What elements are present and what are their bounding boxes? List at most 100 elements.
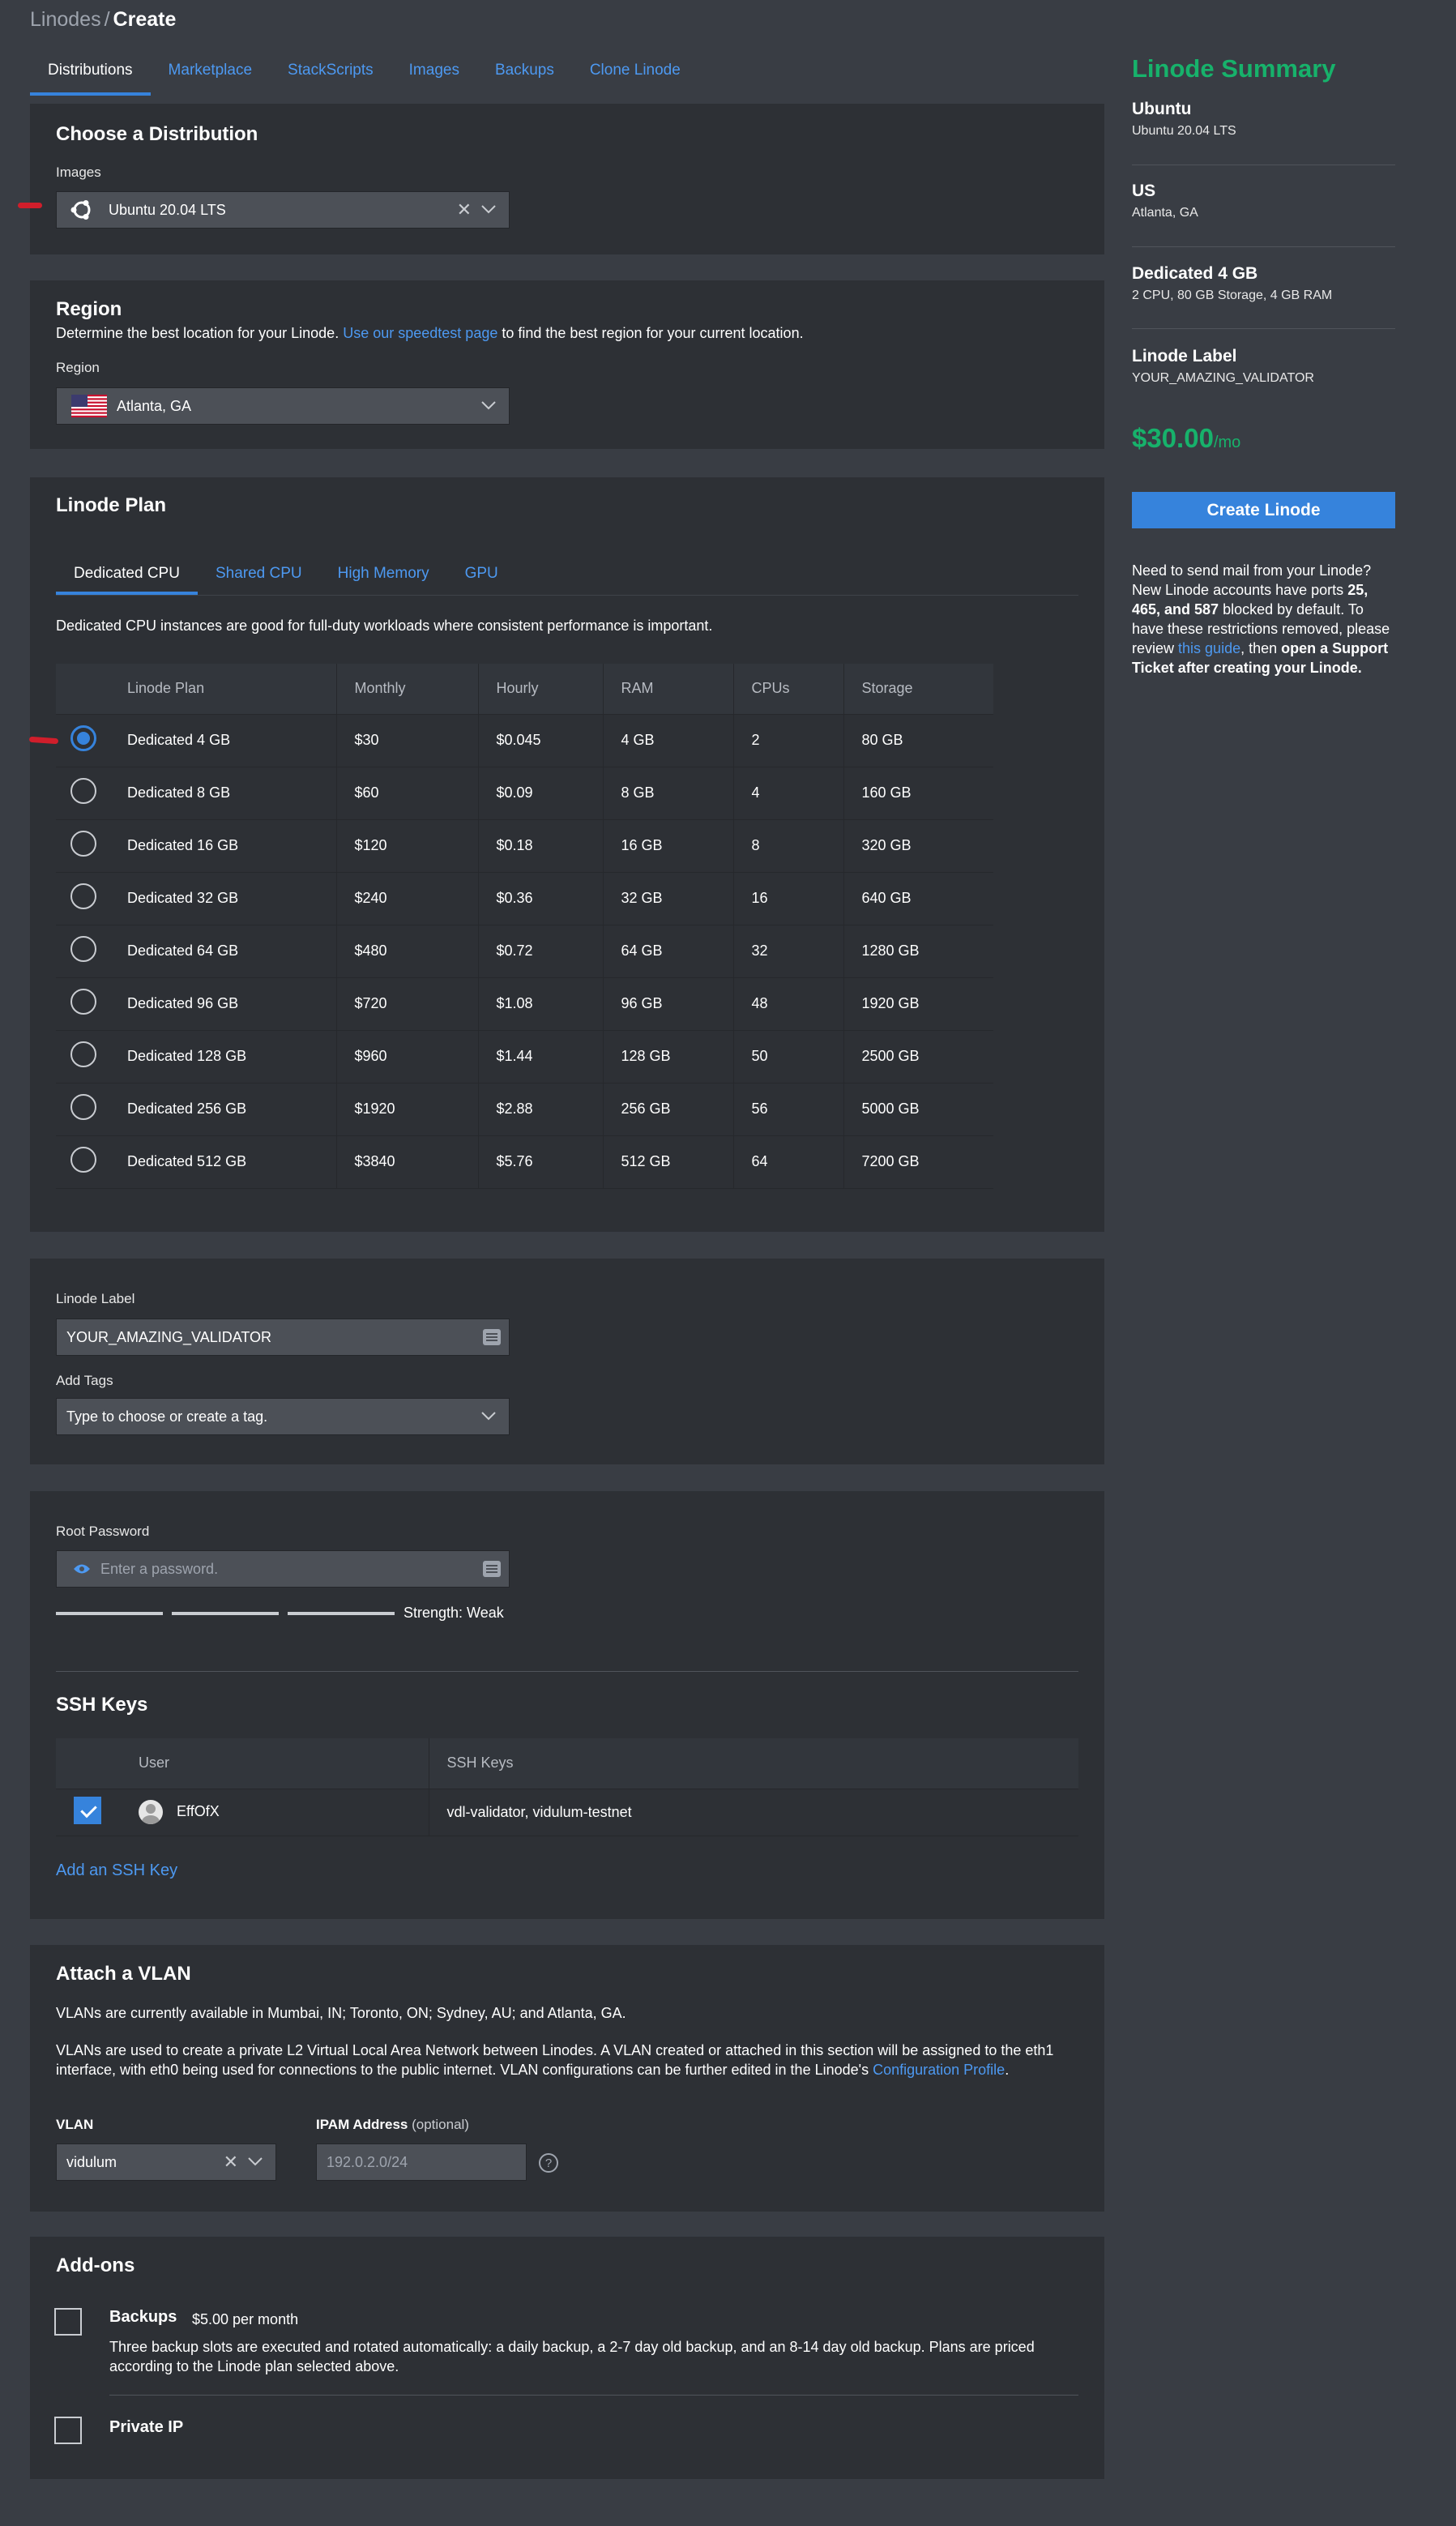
region-select[interactable]: Atlanta, GA (56, 387, 510, 425)
breadcrumb: Linodes / Create (30, 8, 176, 32)
chevron-down-icon[interactable] (480, 200, 497, 218)
private-ip-checkbox[interactable] (54, 2417, 82, 2444)
ssh-key-checkbox[interactable] (74, 1796, 101, 1824)
plan-monthly: $120 (335, 819, 478, 873)
plan-name: Dedicated 4 GB (109, 714, 336, 767)
plan-radio[interactable] (70, 1147, 96, 1173)
tab-backups[interactable]: Backups (477, 57, 572, 96)
plan-row[interactable]: Dedicated 96 GB $720 $1.08 96 GB 48 1920 GB (56, 977, 993, 1031)
close-icon[interactable]: ✕ (224, 2152, 238, 2173)
tab-images[interactable]: Images (391, 57, 477, 96)
plan-cpus: 48 (732, 977, 843, 1031)
strength-bar (288, 1612, 395, 1615)
plan-radio[interactable] (70, 778, 96, 804)
plan-name: Dedicated 512 GB (109, 1135, 336, 1189)
plan-row[interactable]: Dedicated 4 GB $30 $0.045 4 GB 2 80 GB (56, 714, 993, 767)
chevron-down-icon[interactable] (480, 396, 497, 414)
breadcrumb-parent-link[interactable]: Linodes (30, 8, 101, 31)
plan-radio-cell (56, 714, 109, 767)
plan-ram: 32 GB (602, 872, 733, 925)
ssh-user-name: EffOfX (177, 1802, 220, 1819)
plan-row[interactable]: Dedicated 128 GB $960 $1.44 128 GB 50 2500 GB (56, 1030, 993, 1083)
plan-row[interactable]: Dedicated 16 GB $120 $0.18 16 GB 8 320 GB (56, 819, 993, 873)
plan-row[interactable]: Dedicated 512 GB $3840 $5.76 512 GB 64 7200 G… (56, 1135, 993, 1189)
tab-high-memory[interactable]: High Memory (320, 549, 447, 595)
ipam-address-placeholder: 192.0.2.0/24 (327, 2153, 408, 2170)
chevron-down-icon[interactable] (480, 1407, 497, 1425)
plan-row[interactable]: Dedicated 8 GB $60 $0.09 8 GB 4 160 GB (56, 767, 993, 820)
plan-hourly: $0.09 (477, 767, 603, 820)
tab-shared-cpu[interactable]: Shared CPU (198, 549, 320, 595)
strength-bar (56, 1612, 163, 1615)
linode-label-card: Linode Label YOUR_AMAZING_VALIDATOR Add … (30, 1259, 1104, 1464)
mail-guide-link[interactable]: this guide (1178, 640, 1240, 656)
backups-checkbox[interactable] (54, 2308, 82, 2336)
summary-region: US Atlanta, GA (1132, 182, 1395, 220)
plan-name: Dedicated 8 GB (109, 767, 336, 820)
add-ssh-key-link[interactable]: Add an SSH Key (56, 1861, 177, 1880)
plan-radio[interactable] (70, 936, 96, 962)
plan-ram: 512 GB (602, 1135, 733, 1189)
plan-radio[interactable] (70, 725, 96, 751)
plan-monthly: $240 (335, 872, 478, 925)
help-icon[interactable]: ? (539, 2153, 558, 2173)
plan-table-header: Linode Plan Monthly Hourly RAM CPUs Stor… (56, 664, 993, 715)
backups-description: Three backup slots are executed and rota… (109, 2339, 1035, 2374)
speedtest-link[interactable]: Use our speedtest page (343, 325, 497, 341)
plan-radio-cell (56, 925, 109, 978)
summary-price-unit: /mo (1213, 434, 1241, 451)
plan-monthly: $720 (335, 977, 478, 1031)
plan-hourly: $0.18 (477, 819, 603, 873)
ipam-address-input[interactable]: 192.0.2.0/24 (316, 2143, 527, 2181)
linode-label-input[interactable]: YOUR_AMAZING_VALIDATOR (56, 1319, 510, 1356)
column-header: Hourly (477, 664, 603, 715)
strength-bar (172, 1612, 279, 1615)
eye-icon[interactable] (73, 1563, 91, 1575)
region-title: Region (56, 298, 122, 320)
plan-radio[interactable] (70, 883, 96, 909)
plan-radio[interactable] (70, 1041, 96, 1067)
vlan-description-end: . (1005, 2062, 1010, 2078)
plan-name: Dedicated 256 GB (109, 1083, 336, 1136)
tab-distributions[interactable]: Distributions (30, 57, 151, 96)
images-label: Images (56, 165, 101, 180)
tab-marketplace[interactable]: Marketplace (151, 57, 271, 96)
ubuntu-icon (70, 200, 91, 220)
plan-title: Linode Plan (56, 494, 167, 516)
backups-label: Backups (109, 2308, 177, 2326)
linode-label-value: YOUR_AMAZING_VALIDATOR (66, 1328, 272, 1345)
plan-radio[interactable] (70, 989, 96, 1015)
plan-name: Dedicated 64 GB (109, 925, 336, 978)
vlan-select-value: vidulum (66, 2153, 117, 2170)
us-flag-icon (71, 395, 107, 417)
plan-radio-cell (56, 819, 109, 873)
configuration-profile-link[interactable]: Configuration Profile (873, 2062, 1005, 2078)
tab-dedicated-cpu[interactable]: Dedicated CPU (56, 549, 198, 595)
tab-clone-linode[interactable]: Clone Linode (572, 57, 698, 96)
image-select[interactable]: Ubuntu 20.04 LTS ✕ (56, 191, 510, 229)
vlan-select[interactable]: vidulum ✕ (56, 2143, 276, 2181)
chevron-down-icon[interactable] (246, 2152, 264, 2170)
plan-row[interactable]: Dedicated 64 GB $480 $0.72 64 GB 32 1280 GB (56, 925, 993, 978)
plan-row[interactable]: Dedicated 32 GB $240 $0.36 32 GB 16 640 GB (56, 872, 993, 925)
ssh-key-row[interactable]: EffOfX vdl-validator, vidulum-testnet (56, 1789, 1078, 1836)
plan-radio-cell (56, 1083, 109, 1136)
region-select-value: Atlanta, GA (117, 397, 192, 414)
password-strength: Strength: Weak (403, 1605, 504, 1621)
root-password-input[interactable]: Enter a password. (56, 1550, 510, 1588)
summary-label-heading: Linode Label (1132, 347, 1237, 365)
create-linode-button[interactable]: Create Linode (1132, 492, 1395, 528)
plan-row[interactable]: Dedicated 256 GB $1920 $2.88 256 GB 56 5000 G… (56, 1083, 993, 1136)
tab-gpu[interactable]: GPU (447, 549, 516, 595)
summary-image-heading: Ubuntu (1132, 100, 1192, 118)
plan-radio[interactable] (70, 831, 96, 857)
tab-stackscripts[interactable]: StackScripts (270, 57, 391, 96)
summary-region-heading: US (1132, 182, 1156, 200)
tags-select[interactable]: Type to choose or create a tag. (56, 1398, 510, 1435)
plan-radio[interactable] (70, 1094, 96, 1120)
plan-radio-cell (56, 977, 109, 1031)
plan-hourly: $1.44 (477, 1030, 603, 1083)
close-icon[interactable]: ✕ (457, 199, 472, 220)
plan-monthly: $60 (335, 767, 478, 820)
plan-cpus: 56 (732, 1083, 843, 1136)
